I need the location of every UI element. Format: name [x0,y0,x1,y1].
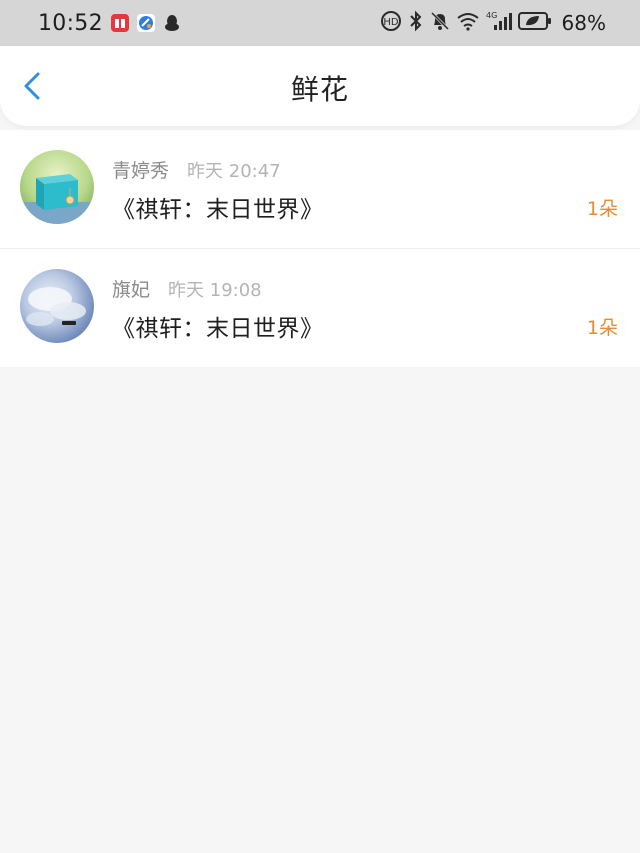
flower-count: 1朵 [586,317,618,339]
avatar[interactable] [20,269,94,343]
battery-percent: 68% [561,11,606,35]
svg-text:4G: 4G [486,11,497,20]
list-item[interactable]: 青婷秀 昨天 20:47 《祺轩：末日世界》 1朵 [0,130,640,248]
browser-app-icon [136,14,155,32]
status-left: 10:52 [38,11,181,36]
signal-4g-icon: 4G [486,10,512,36]
flower-count: 1朵 [586,198,618,220]
book-app-icon [110,14,129,32]
hd-call-icon: HD [380,10,402,36]
flower-record-list: 青婷秀 昨天 20:47 《祺轩：末日世界》 1朵 旗妃 昨天 19:08 《祺… [0,130,640,367]
record-time: 昨天 20:47 [187,161,281,182]
nav-bar: 鲜花 [0,46,640,126]
book-title[interactable]: 《祺轩：末日世界》 [112,190,324,224]
record-time: 昨天 19:08 [168,280,262,301]
battery-icon [517,11,552,35]
wifi-icon [456,11,480,35]
svg-text:HD: HD [383,17,399,28]
bluetooth-icon [408,10,424,36]
mute-bell-icon [430,10,450,36]
sender-name[interactable]: 青婷秀 [112,156,169,183]
sender-name[interactable]: 旗妃 [112,275,150,302]
list-item[interactable]: 旗妃 昨天 19:08 《祺轩：末日世界》 1朵 [0,248,640,367]
record-meta: 青婷秀 昨天 20:47 [112,156,281,183]
status-clock: 10:52 [38,10,103,36]
status-right: HD 4G 68% [380,10,606,36]
qq-penguin-icon [163,14,181,32]
status-bar: 10:52 HD 4G 68% [0,0,640,46]
avatar[interactable] [20,150,94,224]
record-meta: 旗妃 昨天 19:08 [112,275,262,302]
page-title: 鲜花 [290,73,349,106]
book-title[interactable]: 《祺轩：末日世界》 [112,309,324,343]
